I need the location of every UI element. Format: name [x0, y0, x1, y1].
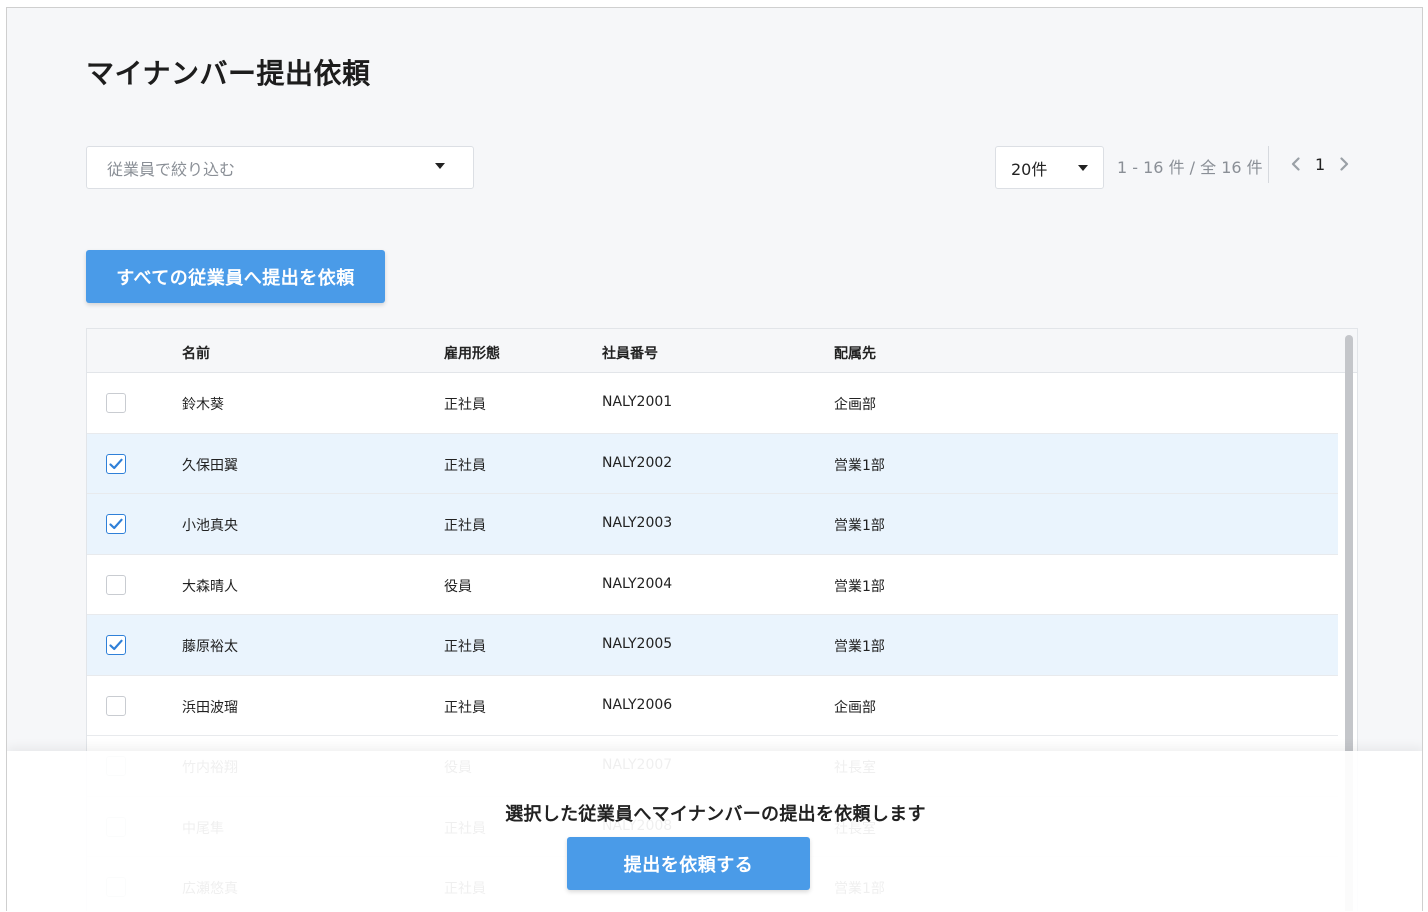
- caret-down-icon: [1078, 164, 1088, 171]
- employee-filter-placeholder: 従業員で絞り込む: [107, 159, 236, 179]
- table-row[interactable]: 藤原裕太 正社員 NALY2005 営業1部: [87, 615, 1338, 676]
- cell-employment-type: 正社員: [444, 639, 486, 655]
- cell-name: 久保田翼: [182, 457, 238, 474]
- footer-message: 選択した従業員へマイナンバーの提出を依頼します: [505, 804, 926, 825]
- row-checkbox-checked[interactable]: [106, 514, 126, 534]
- cell-department: 営業1部: [834, 518, 885, 534]
- header-employee-id: 社員番号: [602, 346, 658, 362]
- cell-department: 営業1部: [834, 578, 885, 595]
- header-employment-type: 雇用形態: [444, 346, 500, 362]
- table-header: 名前 雇用形態 社員番号 配属先: [87, 329, 1357, 373]
- cell-name: 小池真央: [182, 518, 238, 534]
- cell-employment-type: 正社員: [444, 699, 486, 716]
- check-icon: [109, 458, 123, 469]
- cell-name: 大森晴人: [182, 578, 238, 595]
- header-name: 名前: [182, 346, 210, 362]
- table-row[interactable]: 鈴木葵 正社員 NALY2001 企画部: [87, 373, 1338, 434]
- row-checkbox[interactable]: [106, 393, 126, 413]
- submit-request-button[interactable]: 提出を依頼する: [567, 837, 810, 890]
- cell-employee-id: NALY2003: [602, 515, 673, 531]
- cell-employee-id: NALY2002: [602, 454, 673, 471]
- row-checkbox-checked[interactable]: [106, 635, 126, 655]
- cell-employment-type: 役員: [444, 578, 472, 595]
- cell-department: 営業1部: [834, 639, 885, 655]
- row-checkbox-checked[interactable]: [106, 453, 126, 474]
- pager-divider: [1268, 146, 1269, 183]
- table-row[interactable]: 小池真央 正社員 NALY2003 営業1部: [87, 494, 1338, 555]
- check-icon: [109, 518, 123, 530]
- table-row[interactable]: 久保田翼 正社員 NALY2002 営業1部: [87, 433, 1338, 494]
- cell-name: 鈴木葵: [182, 397, 224, 413]
- cell-name: 藤原裕太: [182, 639, 238, 655]
- request-all-button[interactable]: すべての従業員へ提出を依頼: [86, 250, 385, 303]
- per-page-select[interactable]: 20件: [995, 146, 1104, 189]
- row-checkbox[interactable]: [106, 574, 126, 595]
- table-row[interactable]: 大森晴人 役員 NALY2004 営業1部: [87, 555, 1338, 615]
- cell-employment-type: 正社員: [444, 397, 486, 413]
- pager: 1: [1287, 152, 1353, 176]
- cell-department: 企画部: [834, 699, 876, 716]
- cell-name: 浜田波瑠: [182, 699, 238, 716]
- chevron-left-icon[interactable]: [1287, 152, 1305, 176]
- caret-down-icon: [435, 162, 445, 169]
- page-title: マイナンバー提出依頼: [86, 57, 371, 90]
- cell-employee-id: NALY2005: [602, 636, 673, 652]
- pagination-range: 1 - 16 件 / 全 16 件: [1117, 158, 1263, 177]
- table-row[interactable]: 浜田波瑠 正社員 NALY2006 企画部: [87, 676, 1338, 736]
- header-department: 配属先: [834, 346, 876, 362]
- cell-department: 企画部: [834, 397, 876, 413]
- cell-employee-id: NALY2006: [602, 696, 673, 713]
- cell-employee-id: NALY2004: [602, 575, 673, 592]
- current-page[interactable]: 1: [1315, 155, 1325, 174]
- cell-employment-type: 正社員: [444, 457, 486, 474]
- per-page-value: 20件: [1011, 159, 1048, 179]
- action-footer: 選択した従業員へマイナンバーの提出を依頼します 提出を依頼する: [7, 751, 1422, 911]
- cell-employee-id: NALY2001: [602, 394, 673, 410]
- row-checkbox[interactable]: [106, 695, 126, 716]
- employee-filter-select[interactable]: 従業員で絞り込む: [86, 146, 474, 189]
- check-icon: [109, 639, 123, 651]
- app-frame: マイナンバー提出依頼 従業員で絞り込む 20件 1 - 16 件 / 全 16 …: [6, 7, 1423, 911]
- cell-employment-type: 正社員: [444, 518, 486, 534]
- chevron-right-icon[interactable]: [1335, 152, 1353, 176]
- cell-department: 営業1部: [834, 457, 885, 474]
